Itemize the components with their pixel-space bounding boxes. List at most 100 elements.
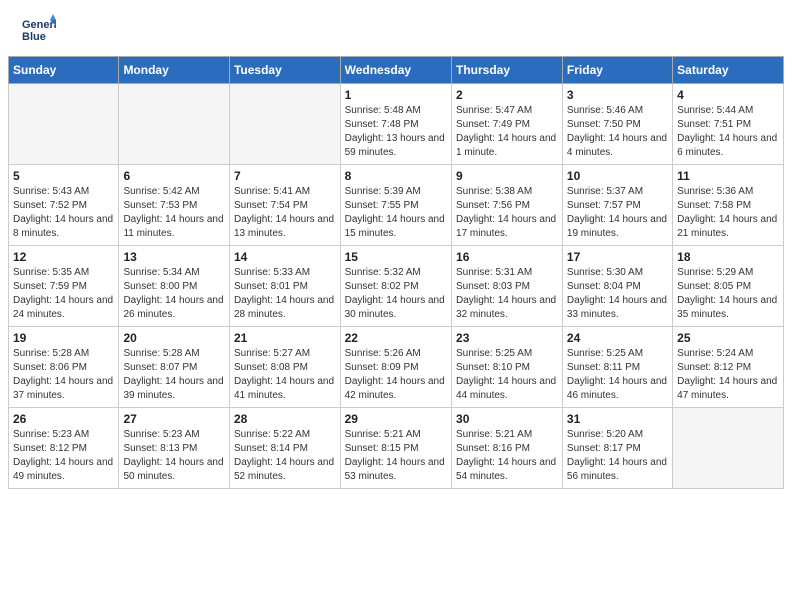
logo-icon: General Blue (20, 12, 56, 48)
day-info: Sunrise: 5:28 AMSunset: 8:06 PMDaylight:… (13, 347, 114, 403)
day-number: 20 (123, 331, 225, 345)
day-number: 8 (345, 169, 447, 183)
day-number: 22 (345, 331, 447, 345)
day-info: Sunrise: 5:31 AMSunset: 8:03 PMDaylight:… (456, 266, 558, 322)
calendar-week-row: 19 Sunrise: 5:28 AMSunset: 8:06 PMDayligh… (9, 327, 784, 408)
calendar-cell: 30Sunrise: 5:21 AMSunset: 8:16 PMDayligh… (452, 408, 563, 489)
day-number: 24 (567, 331, 668, 345)
calendar-cell: 28Sunrise: 5:22 AMSunset: 8:14 PMDayligh… (229, 408, 340, 489)
day-number: 10 (567, 169, 668, 183)
day-number: 6 (123, 169, 225, 183)
calendar-cell: 7 Sunrise: 5:41 AMSunset: 7:54 PMDaylight… (229, 165, 340, 246)
calendar-cell: 14Sunrise: 5:33 AMSunset: 8:01 PMDayligh… (229, 246, 340, 327)
day-number: 16 (456, 250, 558, 264)
calendar-cell: 21Sunrise: 5:27 AMSunset: 8:08 PMDayligh… (229, 327, 340, 408)
calendar-cell (229, 84, 340, 165)
day-info: Sunrise: 5:46 AMSunset: 7:50 PMDaylight:… (567, 104, 668, 160)
day-number: 1 (345, 88, 447, 102)
day-info: Sunrise: 5:29 AMSunset: 8:05 PMDaylight:… (677, 266, 779, 322)
day-info: Sunrise: 5:35 AMSunset: 7:59 PMDaylight:… (13, 266, 114, 322)
day-number: 25 (677, 331, 779, 345)
calendar-weekday-friday: Friday (562, 57, 672, 84)
calendar-cell: 16 Sunrise: 5:31 AMSunset: 8:03 PMDayligh… (452, 246, 563, 327)
calendar-cell: 22 Sunrise: 5:26 AMSunset: 8:09 PMDayligh… (340, 327, 451, 408)
calendar-week-row: 5 Sunrise: 5:43 AMSunset: 7:52 PMDaylight… (9, 165, 784, 246)
logo: General Blue (20, 12, 60, 48)
day-number: 23 (456, 331, 558, 345)
calendar-cell: 15Sunrise: 5:32 AMSunset: 8:02 PMDayligh… (340, 246, 451, 327)
day-info: Sunrise: 5:38 AMSunset: 7:56 PMDaylight:… (456, 185, 558, 241)
day-number: 3 (567, 88, 668, 102)
calendar-header-row: SundayMondayTuesdayWednesdayThursdayFrid… (9, 57, 784, 84)
day-number: 7 (234, 169, 336, 183)
calendar-cell: 2 Sunrise: 5:47 AMSunset: 7:49 PMDaylight… (452, 84, 563, 165)
calendar-cell (673, 408, 784, 489)
calendar-table: SundayMondayTuesdayWednesdayThursdayFrid… (8, 56, 784, 489)
day-info: Sunrise: 5:30 AMSunset: 8:04 PMDaylight:… (567, 266, 668, 322)
day-info: Sunrise: 5:47 AMSunset: 7:49 PMDaylight:… (456, 104, 558, 160)
calendar-cell: 26 Sunrise: 5:23 AMSunset: 8:12 PMDayligh… (9, 408, 119, 489)
page-header: General Blue (0, 0, 792, 56)
day-number: 29 (345, 412, 447, 426)
day-info: Sunrise: 5:23 AMSunset: 8:12 PMDaylight:… (13, 428, 114, 484)
calendar-cell: 13 Sunrise: 5:34 AMSunset: 8:00 PMDayligh… (119, 246, 230, 327)
calendar-cell: 3 Sunrise: 5:46 AMSunset: 7:50 PMDaylight… (562, 84, 672, 165)
calendar-weekday-thursday: Thursday (452, 57, 563, 84)
day-info: Sunrise: 5:41 AMSunset: 7:54 PMDaylight:… (234, 185, 336, 241)
calendar-weekday-saturday: Saturday (673, 57, 784, 84)
day-info: Sunrise: 5:24 AMSunset: 8:12 PMDaylight:… (677, 347, 779, 403)
day-info: Sunrise: 5:26 AMSunset: 8:09 PMDaylight:… (345, 347, 447, 403)
day-info: Sunrise: 5:28 AMSunset: 8:07 PMDaylight:… (123, 347, 225, 403)
calendar-cell (9, 84, 119, 165)
day-info: Sunrise: 5:21 AMSunset: 8:15 PMDaylight:… (345, 428, 447, 484)
day-number: 13 (123, 250, 225, 264)
day-number: 19 (13, 331, 114, 345)
day-number: 17 (567, 250, 668, 264)
day-info: Sunrise: 5:25 AMSunset: 8:11 PMDaylight:… (567, 347, 668, 403)
day-info: Sunrise: 5:21 AMSunset: 8:16 PMDaylight:… (456, 428, 558, 484)
day-info: Sunrise: 5:39 AMSunset: 7:55 PMDaylight:… (345, 185, 447, 241)
day-number: 2 (456, 88, 558, 102)
calendar-cell: 6Sunrise: 5:42 AMSunset: 7:53 PMDaylight… (119, 165, 230, 246)
calendar-cell: 31 Sunrise: 5:20 AMSunset: 8:17 PMDayligh… (562, 408, 672, 489)
calendar-weekday-tuesday: Tuesday (229, 57, 340, 84)
calendar-week-row: 26 Sunrise: 5:23 AMSunset: 8:12 PMDayligh… (9, 408, 784, 489)
day-number: 11 (677, 169, 779, 183)
day-number: 12 (13, 250, 114, 264)
day-info: Sunrise: 5:37 AMSunset: 7:57 PMDaylight:… (567, 185, 668, 241)
calendar-cell: 9 Sunrise: 5:38 AMSunset: 7:56 PMDaylight… (452, 165, 563, 246)
day-info: Sunrise: 5:34 AMSunset: 8:00 PMDaylight:… (123, 266, 225, 322)
calendar-cell: 4 Sunrise: 5:44 AMSunset: 7:51 PMDaylight… (673, 84, 784, 165)
calendar-cell: 10 Sunrise: 5:37 AMSunset: 7:57 PMDayligh… (562, 165, 672, 246)
calendar-cell: 1Sunrise: 5:48 AMSunset: 7:48 PMDaylight… (340, 84, 451, 165)
calendar-cell (119, 84, 230, 165)
calendar-week-row: 12 Sunrise: 5:35 AMSunset: 7:59 PMDayligh… (9, 246, 784, 327)
day-info: Sunrise: 5:27 AMSunset: 8:08 PMDaylight:… (234, 347, 336, 403)
day-number: 26 (13, 412, 114, 426)
calendar-cell: 18Sunrise: 5:29 AMSunset: 8:05 PMDayligh… (673, 246, 784, 327)
calendar-cell: 25 Sunrise: 5:24 AMSunset: 8:12 PMDayligh… (673, 327, 784, 408)
day-number: 28 (234, 412, 336, 426)
calendar-cell: 17 Sunrise: 5:30 AMSunset: 8:04 PMDayligh… (562, 246, 672, 327)
calendar-weekday-wednesday: Wednesday (340, 57, 451, 84)
day-info: Sunrise: 5:36 AMSunset: 7:58 PMDaylight:… (677, 185, 779, 241)
day-info: Sunrise: 5:32 AMSunset: 8:02 PMDaylight:… (345, 266, 447, 322)
day-number: 9 (456, 169, 558, 183)
day-number: 31 (567, 412, 668, 426)
day-number: 27 (123, 412, 225, 426)
calendar-cell: 11 Sunrise: 5:36 AMSunset: 7:58 PMDayligh… (673, 165, 784, 246)
day-number: 4 (677, 88, 779, 102)
day-info: Sunrise: 5:23 AMSunset: 8:13 PMDaylight:… (123, 428, 225, 484)
calendar-cell: 29 Sunrise: 5:21 AMSunset: 8:15 PMDayligh… (340, 408, 451, 489)
day-info: Sunrise: 5:44 AMSunset: 7:51 PMDaylight:… (677, 104, 779, 160)
calendar-wrapper: SundayMondayTuesdayWednesdayThursdayFrid… (0, 56, 792, 497)
calendar-cell: 5 Sunrise: 5:43 AMSunset: 7:52 PMDaylight… (9, 165, 119, 246)
calendar-cell: 20 Sunrise: 5:28 AMSunset: 8:07 PMDayligh… (119, 327, 230, 408)
day-number: 5 (13, 169, 114, 183)
calendar-cell: 8 Sunrise: 5:39 AMSunset: 7:55 PMDaylight… (340, 165, 451, 246)
calendar-cell: 24 Sunrise: 5:25 AMSunset: 8:11 PMDayligh… (562, 327, 672, 408)
day-info: Sunrise: 5:43 AMSunset: 7:52 PMDaylight:… (13, 185, 114, 241)
calendar-cell: 27 Sunrise: 5:23 AMSunset: 8:13 PMDayligh… (119, 408, 230, 489)
day-info: Sunrise: 5:20 AMSunset: 8:17 PMDaylight:… (567, 428, 668, 484)
day-number: 14 (234, 250, 336, 264)
